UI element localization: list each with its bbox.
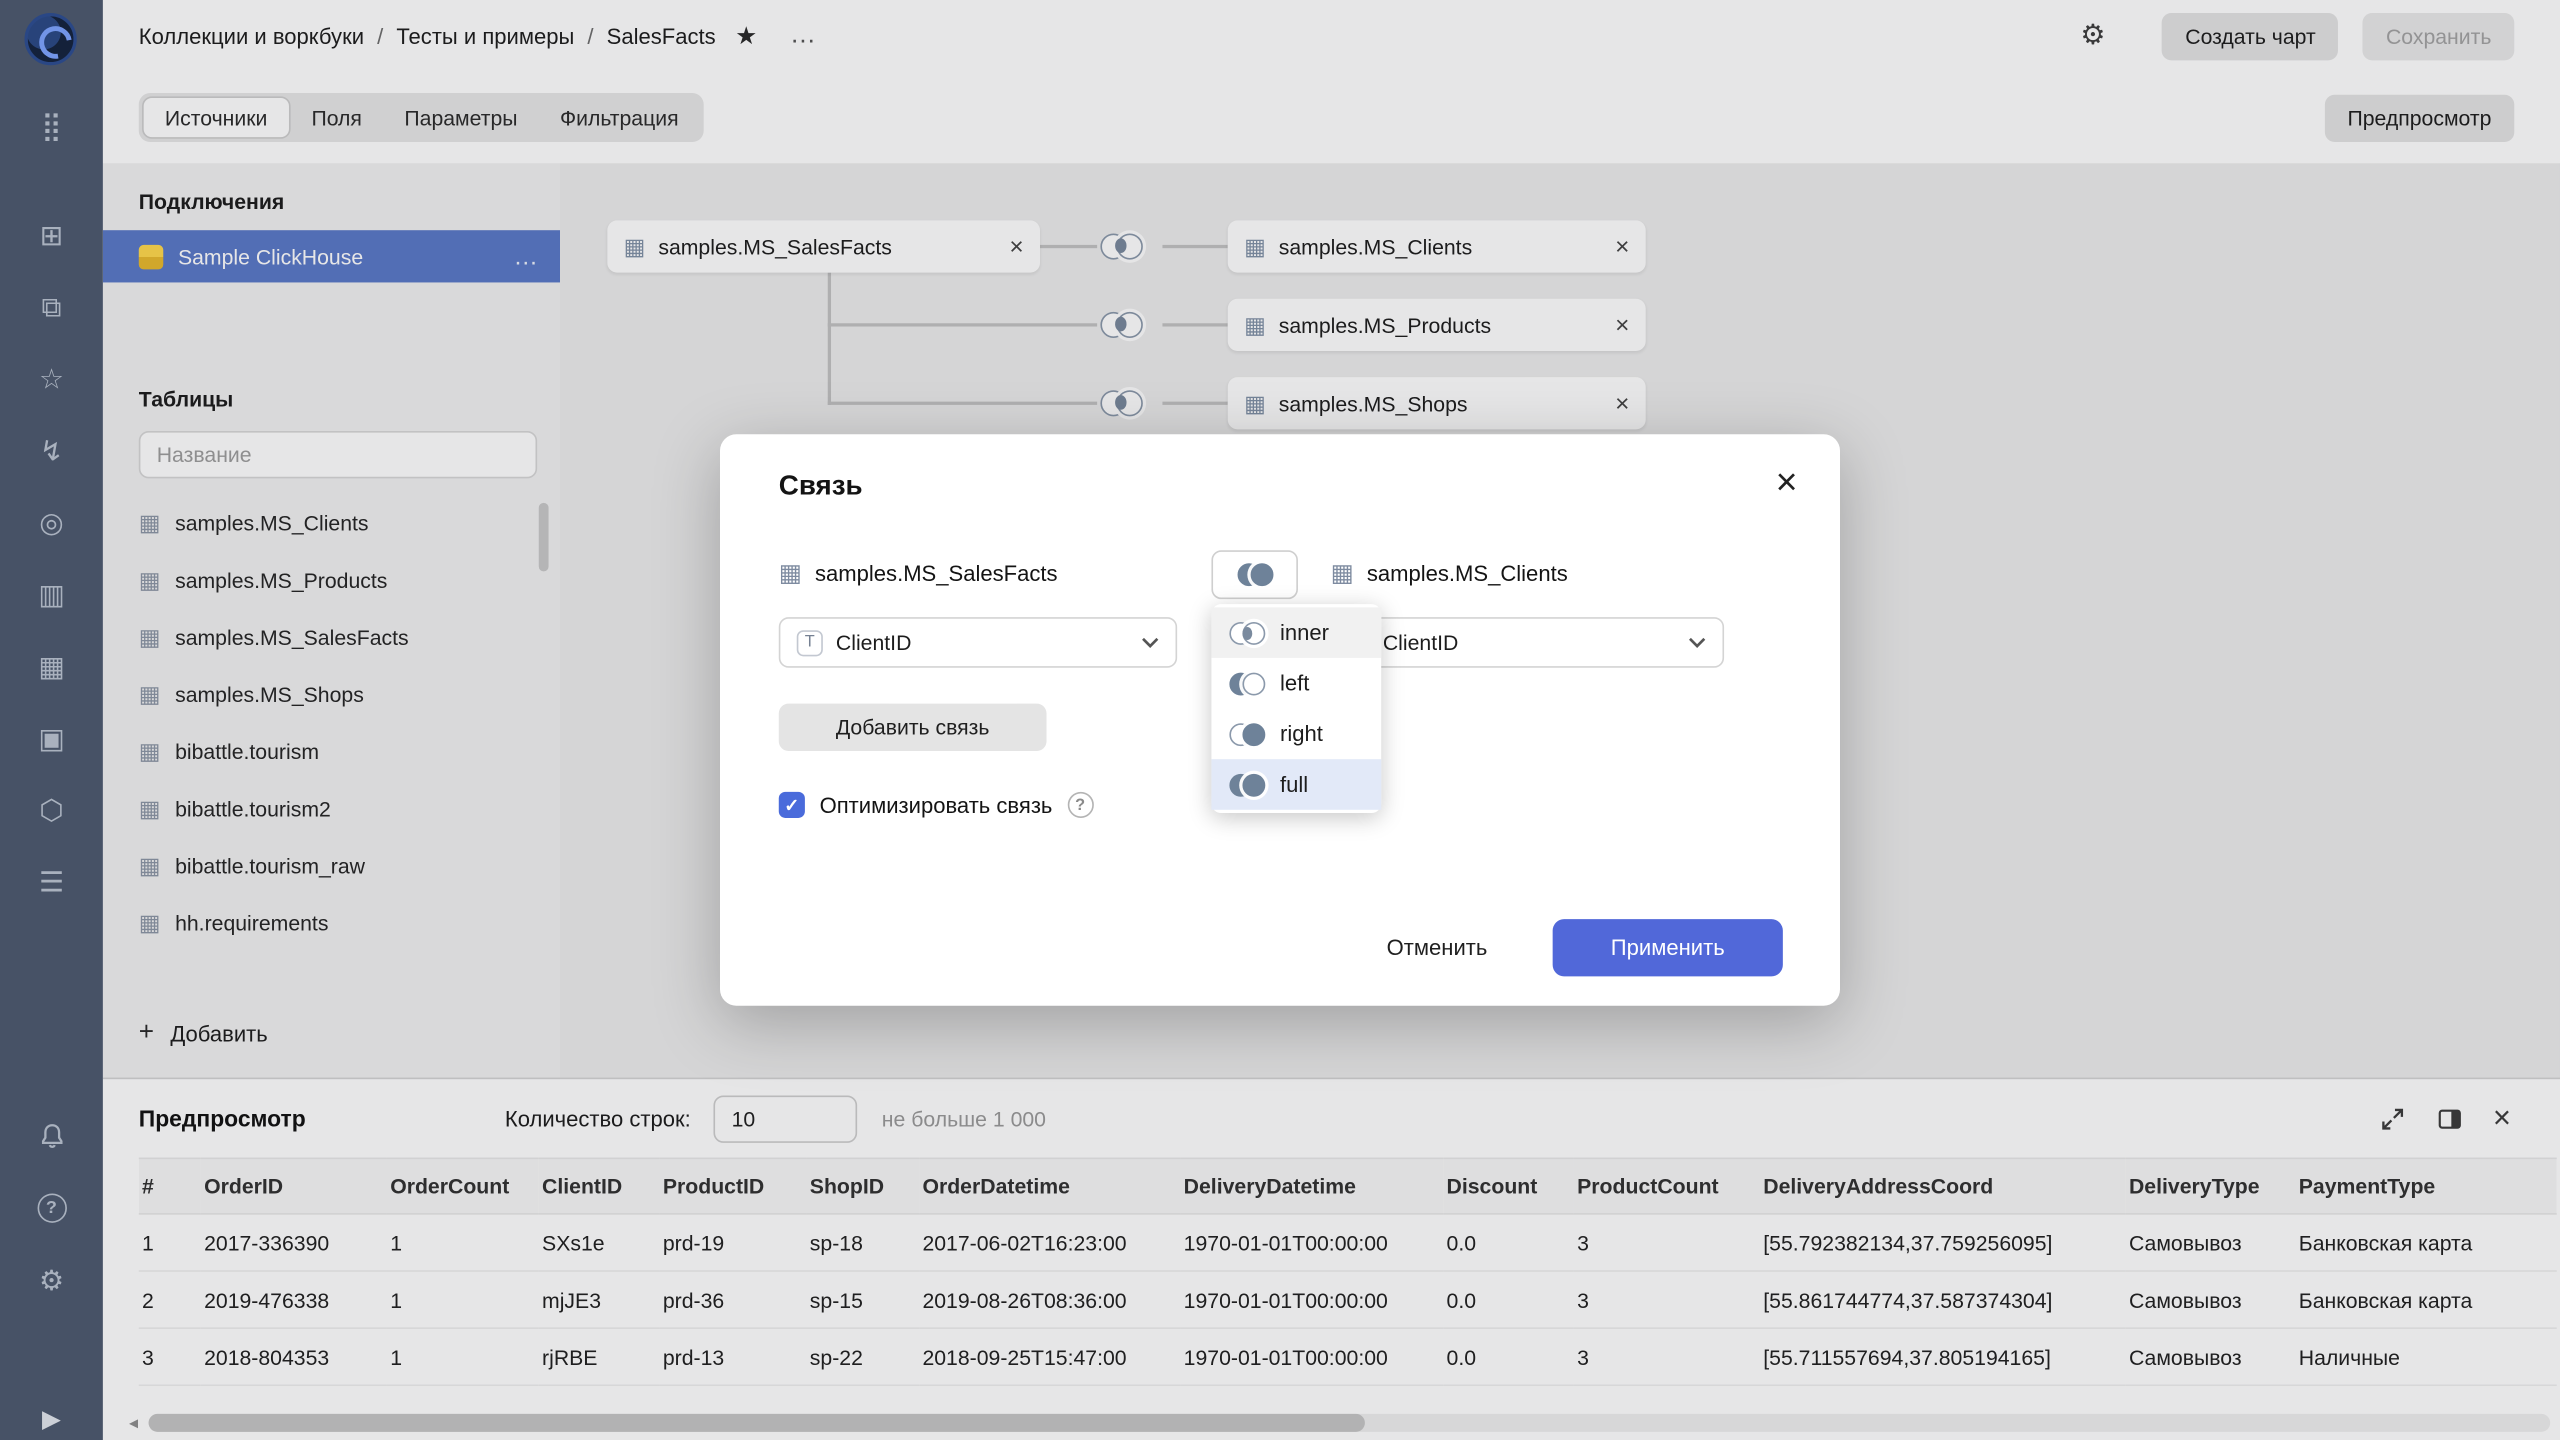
screen: ⣿ ⊞ ⧉ ☆ ↯ ◎ ▥ ▦ ▣ ⬡ ☰ ? ⚙ ▶ Коллекции и … <box>0 0 2560 1440</box>
join-option-label: left <box>1280 671 1309 695</box>
join-option-label: right <box>1280 722 1323 746</box>
apply-button[interactable]: Применить <box>1553 919 1783 976</box>
relation-tables-row: ▦ samples.MS_SalesFacts ▦ samples.MS_Cli… <box>720 552 1840 601</box>
relation-right-table-name: samples.MS_Clients <box>1367 561 1568 585</box>
table-icon: ▦ <box>779 558 802 587</box>
join-type-current-icon <box>1237 563 1273 586</box>
left-join-icon <box>1229 672 1265 695</box>
optimize-relation-row[interactable]: ✓ Оптимизировать связь ? <box>779 792 1093 818</box>
right-field-select[interactable]: T ClientID <box>1326 617 1724 668</box>
join-option-label: full <box>1280 772 1308 796</box>
relation-right-table: ▦ samples.MS_Clients <box>1331 558 1568 587</box>
modal-title: Связь <box>779 470 863 503</box>
optimize-help-icon[interactable]: ? <box>1067 792 1093 818</box>
full-join-icon <box>1229 773 1265 796</box>
join-option-label: inner <box>1280 620 1329 644</box>
datalens-dataset-editor: ⣿ ⊞ ⧉ ☆ ↯ ◎ ▥ ▦ ▣ ⬡ ☰ ? ⚙ ▶ Коллекции и … <box>0 0 2560 1440</box>
relation-modal: Связь × ▦ samples.MS_SalesFacts ▦ sample… <box>720 434 1840 1005</box>
optimize-checkbox[interactable]: ✓ <box>779 792 805 818</box>
chevron-down-icon <box>1141 637 1159 648</box>
left-field-select[interactable]: T ClientID <box>779 617 1177 668</box>
join-type-dropdown: inner left right full <box>1211 604 1381 813</box>
relation-left-table: ▦ samples.MS_SalesFacts <box>779 558 1058 587</box>
field-type-icon: T <box>797 629 823 655</box>
optimize-label: Оптимизировать связь <box>820 793 1053 817</box>
inner-join-icon <box>1229 621 1265 644</box>
chevron-down-icon <box>1688 637 1706 648</box>
table-icon: ▦ <box>1331 558 1354 587</box>
modal-footer: Отменить Применить <box>1357 919 1783 976</box>
join-option-left[interactable]: left <box>1211 658 1381 709</box>
left-field-value: ClientID <box>836 630 1141 654</box>
join-option-right[interactable]: right <box>1211 709 1381 760</box>
join-option-inner[interactable]: inner <box>1211 607 1381 658</box>
relation-left-table-name: samples.MS_SalesFacts <box>815 561 1058 585</box>
cancel-button[interactable]: Отменить <box>1357 919 1516 976</box>
add-relation-button[interactable]: Добавить связь <box>779 704 1047 751</box>
join-option-full[interactable]: full <box>1211 759 1381 810</box>
right-join-icon <box>1229 722 1265 745</box>
modal-close-icon[interactable]: × <box>1776 464 1798 502</box>
join-type-trigger[interactable] <box>1211 550 1298 599</box>
right-field-value: ClientID <box>1383 630 1688 654</box>
